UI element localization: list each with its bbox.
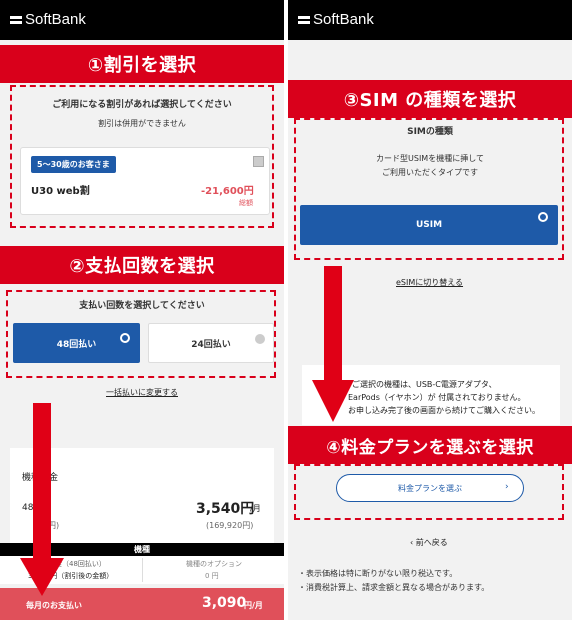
usim-button[interactable]: USIM — [300, 205, 558, 245]
step1-banner: ①割引を選択 — [0, 45, 284, 83]
notice-line2: EarPods（イヤホン）が 付属されておりません。 — [348, 393, 526, 402]
monthly-payment-label: 毎月のお支払い — [26, 601, 82, 610]
radio-selected-icon-usim — [538, 212, 548, 222]
left-screen: SoftBank ①割引を選択 ご利用になる割引があれば選択してください 割引は… — [0, 0, 284, 620]
installment-24-button[interactable]: 24回払い — [148, 323, 274, 363]
top-bar: SoftBank — [0, 0, 284, 40]
softbank-logo-icon — [10, 15, 22, 25]
discount-name: U30 web割 — [31, 186, 90, 197]
sim-desc-line1: カード型USIMを機種に挿して — [376, 154, 484, 163]
monthly-price: 3,540円 — [196, 501, 255, 517]
softbank-logo-icon-right — [298, 15, 310, 25]
discount-intro: ご利用になる割引があれば選択してください — [52, 100, 232, 110]
discount-unit: 総額 — [239, 199, 253, 207]
down-arrow-right-icon — [312, 380, 354, 422]
notice-line3: お申し込み完了後の画面から続けてご購入ください。 — [348, 406, 540, 415]
age-badge: 5～30歳のお客さま — [31, 156, 116, 173]
installment-48-label: 48回払い — [56, 339, 97, 350]
softbank-logo[interactable]: SoftBank — [10, 11, 86, 28]
discount-checkbox[interactable] — [253, 156, 264, 167]
discount-note: 割引は併用ができません — [98, 119, 186, 128]
usim-label: USIM — [415, 220, 443, 230]
discount-amount: -21,600円 — [201, 186, 254, 197]
step4-banner: ④料金プランを選ぶを選択 — [288, 426, 572, 464]
monthly-price-unit: /月 — [250, 504, 261, 513]
softbank-logo-right[interactable]: SoftBank — [298, 11, 374, 28]
total-price: (169,920円) — [206, 521, 254, 530]
brand-name: SoftBank — [25, 11, 86, 28]
installment-48-button[interactable]: 48回払い — [13, 323, 140, 363]
right-screen: SoftBank ③SIM の種類を選択 SIMの種類 カード型USIMを機種に… — [288, 0, 572, 620]
back-link-label: 前へ戻る — [415, 538, 448, 547]
discount-card-u30[interactable]: 5～30歳のお客さま U30 web割 -21,600円 総額 — [20, 147, 270, 215]
top-bar-right: SoftBank — [288, 0, 572, 40]
installment-24-label: 24回払い — [191, 339, 231, 350]
monthly-payment-value: 3,090 — [202, 595, 247, 611]
table-divider — [142, 558, 143, 582]
monthly-payment-unit: 円/月 — [244, 601, 263, 610]
option-value: 0 円 — [205, 572, 219, 580]
switch-lump-sum-link[interactable]: 一括払いに変更する — [106, 387, 178, 398]
footnote-billing: ・消費税計算上、請求金額と異なる場合があります。 — [298, 583, 490, 592]
brand-name-right: SoftBank — [313, 11, 374, 28]
step3-banner: ③SIM の種類を選択 — [288, 80, 572, 118]
step2-banner: ②支払回数を選択 — [0, 246, 284, 284]
choose-plan-label: 料金プランを選ぶ — [398, 483, 462, 493]
notice-line1: ご選択の機種は、USB-C電源アダプタ、 — [352, 380, 497, 389]
down-arrow-left-shaft — [33, 403, 51, 563]
radio-selected-icon — [120, 333, 130, 343]
down-arrow-right-shaft — [324, 266, 342, 384]
down-arrow-left-icon — [20, 558, 64, 596]
option-label: 機種のオプション — [186, 560, 242, 568]
chevron-right-icon: › — [505, 482, 509, 492]
esim-switch-link[interactable]: eSIMに切り替える — [396, 277, 463, 288]
sim-desc-line2: ご利用いただくタイプです — [382, 168, 478, 177]
radio-unselected-icon — [255, 334, 265, 344]
sim-type-title: SIMの種類 — [407, 127, 453, 137]
back-link[interactable]: ‹ 前へ戻る — [410, 537, 448, 548]
choose-plan-button[interactable]: 料金プランを選ぶ › — [336, 474, 524, 502]
footnote-tax: ・表示価格は特に断りがない限り税込です。 — [298, 569, 458, 578]
installment-intro: 支払い回数を選択してください — [79, 301, 205, 311]
